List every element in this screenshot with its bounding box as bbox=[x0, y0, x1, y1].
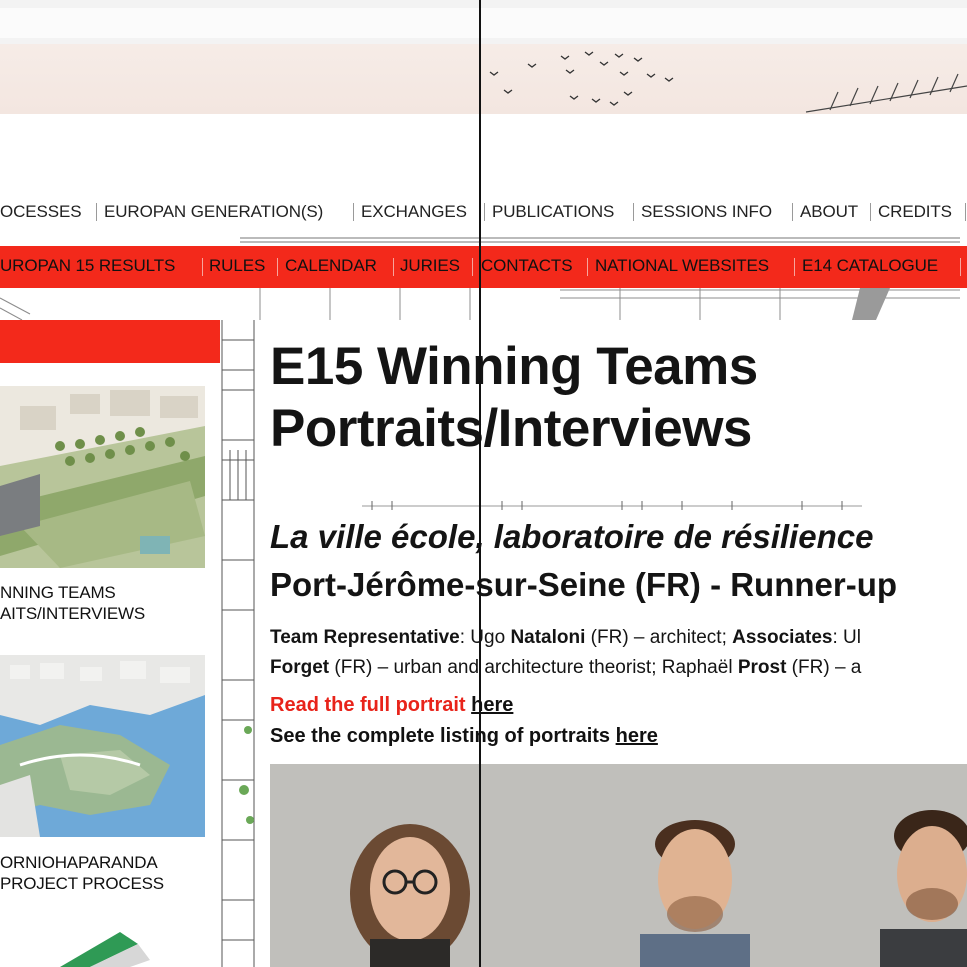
team-text: (FR) – a bbox=[786, 657, 862, 678]
sidebar-card-thumbnail-partial[interactable] bbox=[0, 930, 205, 967]
nav-separator bbox=[96, 203, 97, 221]
site-subtitle: Port-Jérôme-sur-Seine (FR) - Runner-up bbox=[270, 566, 898, 603]
nav-item-europan-generations[interactable]: EUROPAN GENERATION(S) bbox=[104, 202, 323, 222]
sketch-divider-art bbox=[262, 498, 967, 512]
see-listing-link[interactable]: here bbox=[616, 725, 658, 747]
subnav-item-rules[interactable]: RULES bbox=[209, 256, 265, 276]
team-text: (FR) – architect; bbox=[585, 627, 733, 648]
page-title-line: Portraits/Interviews bbox=[270, 399, 752, 458]
subnav-item-europan-15-results[interactable]: UROPAN 15 RESULTS bbox=[0, 256, 175, 276]
read-portrait-text: Read the full portrait bbox=[270, 694, 466, 716]
sidebar-red-header[interactable] bbox=[0, 320, 220, 363]
subnav-separator bbox=[472, 258, 473, 276]
subnav-separator bbox=[393, 258, 394, 276]
team-portrait-image bbox=[270, 764, 967, 967]
see-listing-line: See the complete listing of portraits he… bbox=[270, 725, 658, 748]
sidebar-card-caption[interactable]: PROJECT PROCESS bbox=[0, 874, 164, 894]
sub-nav: UROPAN 15 RESULTS RULES CALENDAR JURIES … bbox=[0, 246, 967, 288]
team-text: (FR) – urban and architecture theorist; … bbox=[329, 657, 738, 678]
nav-separator bbox=[870, 203, 871, 221]
scaffold-decoration bbox=[220, 320, 258, 967]
subnav-separator bbox=[794, 258, 795, 276]
subnav-item-calendar[interactable]: CALENDAR bbox=[285, 256, 377, 276]
nav-item-publications[interactable]: PUBLICATIONS bbox=[492, 202, 614, 222]
nav-item-credits[interactable]: CREDITS bbox=[878, 202, 952, 222]
team-photo bbox=[270, 764, 967, 967]
read-portrait-line: Read the full portrait here bbox=[270, 694, 513, 717]
team-member-name: Prost bbox=[737, 657, 787, 678]
subnav-separator bbox=[202, 258, 203, 276]
screen-divider-line bbox=[479, 0, 481, 967]
nav-item-processes[interactable]: OCESSES bbox=[0, 202, 82, 222]
associates-label: Associates bbox=[732, 627, 833, 648]
page-title: E15 Winning Teams Portraits/Interviews bbox=[270, 336, 758, 460]
nav-item-about[interactable]: ABOUT bbox=[800, 202, 858, 222]
thumbnail-image bbox=[0, 930, 205, 967]
nav-separator bbox=[965, 203, 966, 221]
subnav-item-e14-catalogue[interactable]: E14 CATALOGUE bbox=[802, 256, 938, 276]
main-nav: OCESSES EUROPAN GENERATION(S) EXCHANGES … bbox=[0, 198, 967, 228]
team-line-1: Team Representative: Ugo Nataloni (FR) –… bbox=[270, 623, 861, 653]
team-representative-label: Team Representative bbox=[270, 627, 460, 648]
team-text: : Ugo bbox=[459, 627, 511, 648]
nav-separator bbox=[633, 203, 634, 221]
team-text: : Ul bbox=[832, 627, 861, 648]
nav-separator bbox=[792, 203, 793, 221]
nav-item-exchanges[interactable]: EXCHANGES bbox=[361, 202, 467, 222]
subnav-separator bbox=[587, 258, 588, 276]
sidebar-card-caption[interactable]: NNING TEAMS bbox=[0, 583, 116, 603]
project-title: La ville école, laboratoire de résilienc… bbox=[270, 518, 874, 555]
nav-separator bbox=[353, 203, 354, 221]
subnav-item-contacts[interactable]: CONTACTS bbox=[481, 256, 573, 276]
nav-item-sessions-info[interactable]: SESSIONS INFO bbox=[641, 202, 772, 222]
address-area bbox=[0, 8, 967, 38]
scaffold-sketch bbox=[221, 320, 255, 967]
page-title-line: E15 Winning Teams bbox=[270, 337, 758, 396]
subnav-item-national-websites[interactable]: NATIONAL WEBSITES bbox=[595, 256, 769, 276]
read-portrait-link[interactable]: here bbox=[471, 694, 513, 716]
header-banner bbox=[0, 44, 967, 114]
team-member-name: Nataloni bbox=[510, 627, 586, 648]
see-listing-text: See the complete listing of portraits bbox=[270, 725, 611, 747]
banner-illustration bbox=[489, 51, 967, 113]
team-credits: Team Representative: Ugo Nataloni (FR) –… bbox=[270, 623, 861, 683]
sidebar-card-caption[interactable]: ORNIOHAPARANDA bbox=[0, 853, 158, 873]
sidebar-card-thumbnail-tornio-haparanda[interactable] bbox=[0, 655, 205, 837]
subnav-separator bbox=[277, 258, 278, 276]
subnav-separator bbox=[960, 258, 961, 276]
aerial-render-image bbox=[0, 386, 205, 568]
sidebar-card-thumbnail-winning-teams[interactable] bbox=[0, 386, 205, 568]
sketch-divider bbox=[262, 498, 967, 512]
team-line-2: Forget (FR) – urban and architecture the… bbox=[270, 653, 861, 683]
team-member-name: Forget bbox=[270, 657, 330, 678]
map-model-image bbox=[0, 655, 205, 837]
sidebar-card-caption[interactable]: AITS/INTERVIEWS bbox=[0, 604, 145, 624]
nav-separator bbox=[484, 203, 485, 221]
subnav-item-juries[interactable]: JURIES bbox=[400, 256, 460, 276]
